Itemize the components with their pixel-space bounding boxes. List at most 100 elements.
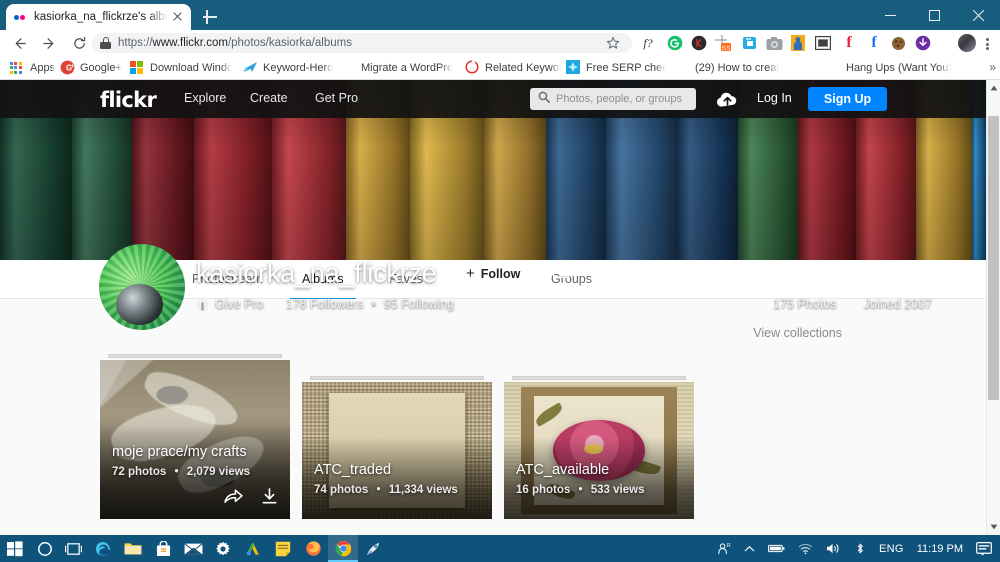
message-button[interactable] [542,260,579,287]
microsoft-store-icon[interactable] [148,535,178,562]
album-title: ATC_traded [314,462,392,478]
share-arrow-icon[interactable] [224,488,243,510]
flickr-logo[interactable]: flickr [100,88,157,112]
bookmark-label: Related Keywords [485,61,561,74]
album-card[interactable]: ATC_available 16 photos • 533 views [504,376,694,519]
photos-count: 175 Photos [773,297,837,311]
bluetooth-icon[interactable] [854,542,866,555]
bookmark-star-icon[interactable] [606,36,620,55]
scroll-up-arrow-icon[interactable] [987,80,1000,96]
give-pro-link[interactable]: Give Pro [215,297,264,311]
google-ads-icon[interactable] [238,535,268,562]
nav-link-get-pro[interactable]: Get Pro [315,91,358,105]
download-icon[interactable] [261,488,278,510]
reload-icon[interactable] [64,30,94,56]
address-bar[interactable]: https://www.flickr.com/photos/kasiorka/a… [92,33,632,53]
mail-icon[interactable] [178,535,208,562]
f-blue-icon[interactable]: f [864,33,884,53]
k-circle-icon[interactable] [689,33,709,53]
album-meta: 16 photos • 533 views [516,484,644,496]
ss-crosshair-icon[interactable]: SS [713,33,733,53]
album-meta: 74 photos • 11,334 views [314,484,458,496]
bookmark-label: Apps [30,61,56,74]
sticky-notes-icon[interactable] [268,535,298,562]
firefox-icon[interactable] [298,535,328,562]
minimize-icon[interactable] [868,0,912,30]
red-circle-icon [465,60,480,75]
avatar-lens [116,283,163,325]
grammarly-icon[interactable] [665,33,685,53]
cloud-upload-icon[interactable] [715,91,740,113]
browser-chrome: kasiorka_na_flickrze's albums | Fl [0,0,1000,80]
login-button[interactable]: Log In [757,91,792,105]
wifi-icon[interactable] [798,543,813,555]
back-arrow-icon[interactable] [4,30,34,56]
album-card[interactable]: moje prace/my crafts 72 photos • 2,079 v… [100,354,290,519]
bookmarks-overflow-button[interactable]: » [989,60,996,74]
followers-count[interactable]: 178 Followers [286,297,364,311]
bookmark-hang-ups[interactable]: Hang Ups (Want You) [826,56,956,79]
bookmark-free-serp-checker[interactable]: Free SERP checker - g [566,56,666,79]
forward-arrow-icon[interactable] [34,30,64,56]
blue-copy-icon[interactable] [740,33,760,53]
close-window-icon[interactable] [956,0,1000,30]
bookmark-label: Download Windows 1 [150,61,232,74]
bookmark-download-windows[interactable]: Download Windows 1 [130,56,232,79]
windows-start-icon[interactable] [0,535,30,562]
avatar[interactable] [958,34,976,52]
task-view-icon[interactable] [58,535,88,562]
album-card[interactable]: ATC_traded 74 photos • 11,334 views [302,376,492,519]
profile-avatar[interactable] [99,244,185,330]
page-title: kasiorka_na_flickrze [196,258,437,288]
settings-icon[interactable] [208,535,238,562]
orange-person-icon[interactable] [788,33,808,53]
purple-download-icon[interactable] [913,33,933,53]
search-input[interactable]: Photos, people, or groups [530,88,696,110]
app-icon[interactable] [358,535,388,562]
language-indicator[interactable]: ENG [879,543,904,555]
show-hidden-icons-icon[interactable] [744,545,755,553]
profile-meta: Give Pro 178 Followers • 95 Following [196,297,454,311]
signup-button[interactable]: Sign Up [808,87,887,111]
f-red-icon[interactable]: f [839,33,859,53]
system-tray: R ENG 11:19 PM [717,535,992,562]
three-dot-menu-icon[interactable] [979,33,995,53]
album-stack-edge [512,376,686,380]
new-tab-button[interactable] [200,7,220,27]
scrollbar-thumb[interactable] [988,116,999,400]
envelope-icon [552,265,569,283]
clock[interactable]: 11:19 PM [917,543,963,555]
bookmark-keyword-hero[interactable]: Keyword-Hero [243,56,339,79]
cookie-icon[interactable] [888,33,908,53]
chrome-icon[interactable] [328,535,358,562]
camera-icon[interactable] [764,33,784,53]
cortana-search-icon[interactable] [30,535,60,562]
window-icon[interactable] [813,33,833,53]
people-icon[interactable]: R [717,542,731,556]
scroll-down-arrow-icon[interactable] [987,519,1000,535]
nav-link-explore[interactable]: Explore [184,91,226,105]
file-explorer-icon[interactable] [118,535,148,562]
bookmark-how-to-create[interactable]: (29) How to create an [675,56,779,79]
action-center-icon[interactable] [976,541,992,556]
album-title: moje prace/my crafts [112,444,247,460]
close-icon[interactable] [171,10,185,24]
follow-button[interactable]: + Follow [455,261,532,286]
battery-icon[interactable] [768,543,785,554]
edge-icon[interactable] [88,535,118,562]
view-collections-link[interactable]: View collections [753,326,842,340]
album-stack-edge [108,354,282,358]
browser-tab[interactable]: kasiorka_na_flickrze's albums | Fl [6,4,191,30]
album-thumbnail [302,382,492,519]
maximize-icon[interactable] [912,0,956,30]
bookmark-related-keywords[interactable]: Related Keywords [465,56,561,79]
extension-f-question-icon[interactable]: f? [638,33,658,53]
following-count[interactable]: 95 Following [384,297,454,311]
volume-icon[interactable] [826,542,841,555]
bookmark-google-plus[interactable]: G + Google+ [60,56,134,79]
bookmark-migrate-wordpress[interactable]: Migrate a WordPress [341,56,453,79]
google-plus-icon: G + [60,60,75,75]
svg-text:+: + [71,63,75,70]
page-scrollbar[interactable] [986,80,1000,535]
nav-link-create[interactable]: Create [250,91,288,105]
